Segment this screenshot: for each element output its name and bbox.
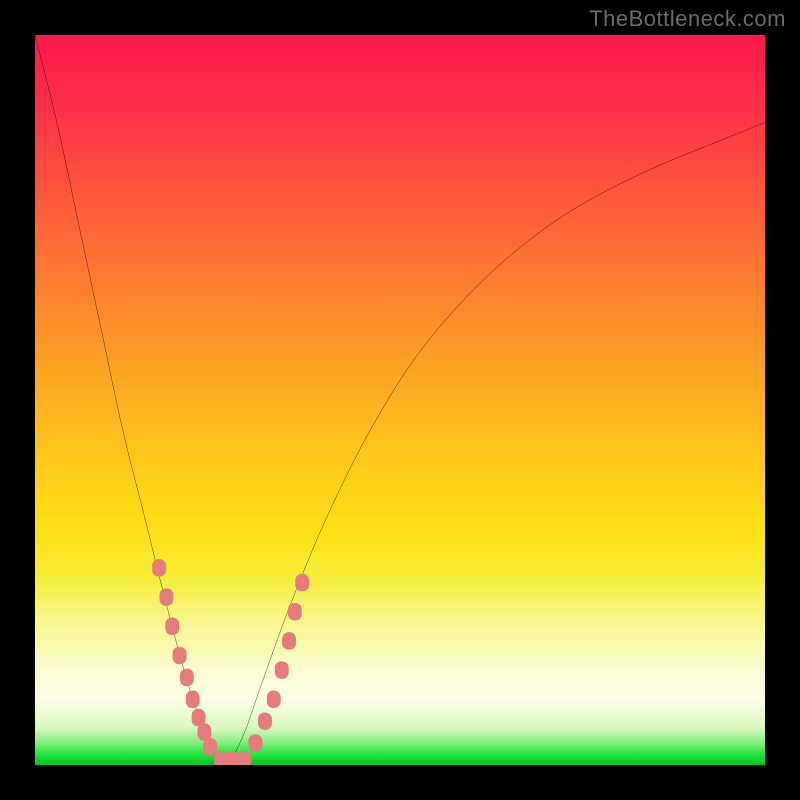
sample-marker xyxy=(180,669,194,687)
sample-marker xyxy=(225,751,239,765)
chart-stage: TheBottleneck.com xyxy=(0,0,800,800)
sample-marker xyxy=(295,574,309,592)
curve-layer xyxy=(35,35,765,765)
sample-marker xyxy=(152,559,166,577)
sample-marker xyxy=(282,632,296,650)
bottleneck-curve xyxy=(35,35,765,765)
plot-area xyxy=(35,35,765,765)
sample-marker xyxy=(275,661,289,679)
sample-marker xyxy=(159,588,173,606)
sample-marker xyxy=(267,691,281,709)
sample-marker xyxy=(203,738,217,756)
sample-marker xyxy=(186,691,200,709)
sample-marker xyxy=(288,603,302,621)
watermark-text: TheBottleneck.com xyxy=(589,6,786,32)
sample-marker xyxy=(238,751,252,765)
sample-markers-group xyxy=(152,559,309,765)
sample-marker xyxy=(249,734,263,752)
sample-marker xyxy=(173,647,187,665)
sample-marker xyxy=(258,712,272,730)
sample-marker xyxy=(165,618,179,636)
